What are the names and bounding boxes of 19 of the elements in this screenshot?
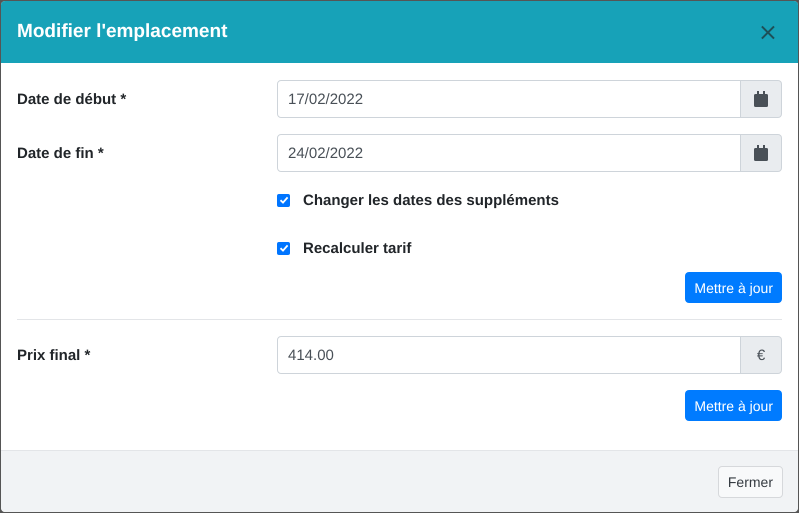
date-input[interactable]: 17/02/2022 (277, 80, 741, 118)
update-button[interactable]: Mettre à jour (685, 390, 782, 421)
date-input[interactable]: 24/02/2022 (277, 134, 741, 172)
calendar-button[interactable] (741, 80, 782, 118)
checkbox-label: Changer les dates des suppléments (303, 192, 559, 208)
calendar-icon (754, 145, 768, 161)
calendar-icon (754, 91, 768, 107)
field-label: Date de fin * (17, 144, 105, 162)
price-input[interactable]: 414.00 (277, 336, 741, 374)
modal-title: Modifier l'emplacement (17, 21, 228, 43)
close-button[interactable]: Fermer (718, 466, 783, 498)
field-label: Date de début * (17, 90, 128, 108)
checkbox[interactable] (277, 242, 290, 254)
checkbox[interactable] (277, 194, 290, 206)
calendar-button[interactable] (741, 134, 782, 172)
checkbox-label: Recalculer tarif (303, 240, 412, 256)
currency-addon: € (741, 336, 782, 374)
update-button[interactable]: Mettre à jour (685, 272, 782, 303)
field-label: Prix final * (17, 346, 92, 364)
